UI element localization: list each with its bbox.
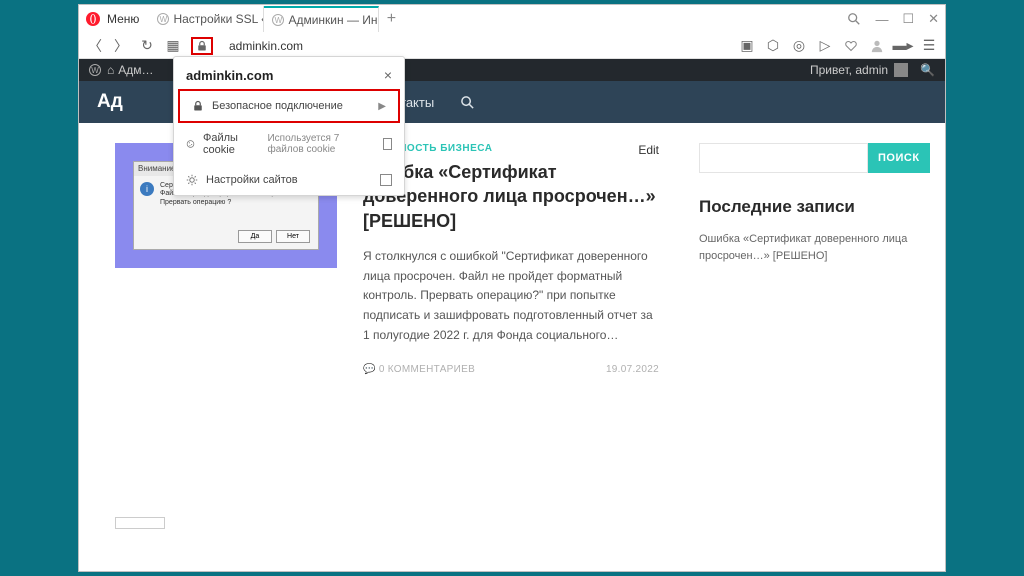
cookies-row[interactable]: Файлы cookie Используется 7 файлов cooki…: [174, 123, 404, 165]
sidebar: ПОИСК Последние записи Ошибка «Сертифика…: [699, 143, 909, 551]
post-excerpt: Я столкнулся с ошибкой "Сертификат довер…: [363, 247, 659, 346]
cookies-sub: Используется 7 файлов cookie: [267, 133, 374, 155]
minimize-icon[interactable]: —: [875, 12, 888, 27]
avatar[interactable]: [894, 63, 908, 77]
search-icon[interactable]: 🔍: [920, 63, 935, 77]
easy-setup-icon[interactable]: ☰: [921, 38, 937, 54]
dropdown-domain: adminkin.com: [186, 68, 273, 83]
window-controls: — ☐ ✕: [847, 11, 939, 27]
settings-label: Настройки сайтов: [206, 174, 298, 186]
lock-icon: [192, 100, 204, 112]
main-area: Внимание i Сертификат доверенного лица п…: [115, 143, 659, 551]
search-input[interactable]: [699, 143, 868, 173]
lock-icon: [196, 40, 208, 52]
open-icon: [380, 174, 392, 186]
open-icon: [383, 138, 393, 150]
bookmark-icon[interactable]: [843, 38, 859, 54]
comments-count[interactable]: 💬 0 КОММЕНТАРИЕВ: [363, 364, 475, 375]
wordpress-icon: W: [272, 14, 284, 26]
post-title[interactable]: Ошибка «Сертификат доверенного лица прос…: [363, 160, 659, 233]
reload-icon[interactable]: ↻: [139, 38, 155, 54]
close-icon[interactable]: ×: [384, 67, 392, 83]
profile-icon[interactable]: [869, 38, 885, 54]
post: ОТЧЕТНОСТЬ БИЗНЕСА Edit Ошибка «Сертифик…: [363, 143, 659, 551]
recent-post-link[interactable]: Ошибка «Сертификат доверенного лица прос…: [699, 231, 909, 264]
close-icon[interactable]: ✕: [928, 11, 939, 27]
tab-label: Админкин — Информац…: [288, 13, 379, 27]
tab-ssl[interactable]: W Настройки SSL ‹ Админки…: [149, 6, 264, 32]
site-title[interactable]: Ад: [97, 91, 123, 113]
edit-link[interactable]: Edit: [638, 143, 659, 157]
forward-icon[interactable]: 〉: [113, 38, 129, 54]
back-icon[interactable]: 〈: [87, 38, 103, 54]
play-icon[interactable]: ▷: [817, 38, 833, 54]
tab-strip: W Настройки SSL ‹ Админки… W Админкин — …: [149, 5, 841, 33]
search-form: ПОИСК: [699, 143, 909, 173]
greeting[interactable]: Привет, admin: [810, 63, 888, 77]
tab-label: Настройки SSL ‹ Админки…: [173, 12, 264, 26]
thumb-no: Нет: [276, 230, 310, 243]
cookie-icon: [186, 138, 195, 150]
new-tab-button[interactable]: +: [379, 10, 403, 28]
secure-connection-row[interactable]: Безопасное подключение ▶: [178, 89, 400, 123]
placeholder-box: [115, 517, 165, 529]
wordpress-icon[interactable]: W: [89, 64, 101, 76]
cookies-label: Файлы cookie: [203, 132, 255, 156]
extension-icon[interactable]: ▣: [739, 38, 755, 54]
thumb-yes: Да: [238, 230, 272, 243]
speed-dial-icon[interactable]: ▦: [165, 38, 181, 54]
tab-adminkin[interactable]: W Админкин — Информац… ×: [264, 6, 379, 32]
post-category[interactable]: ОТЧЕТНОСТЬ БИЗНЕСА: [363, 143, 659, 154]
secure-label: Безопасное подключение: [212, 100, 343, 112]
search-icon[interactable]: [460, 95, 475, 110]
search-button[interactable]: ПОИСК: [868, 143, 930, 173]
site-info-dropdown: adminkin.com × Безопасное подключение ▶ …: [173, 56, 405, 196]
camera-icon[interactable]: ◎: [791, 38, 807, 54]
battery-icon[interactable]: ▬▸: [895, 38, 911, 54]
search-icon[interactable]: [847, 12, 861, 26]
chevron-right-icon: ▶: [378, 101, 386, 112]
menu-label[interactable]: Меню: [107, 12, 139, 26]
maximize-icon[interactable]: ☐: [902, 11, 914, 27]
sidebar-title: Последние записи: [699, 197, 909, 217]
site-name[interactable]: Адм…: [118, 63, 153, 77]
info-icon: i: [140, 182, 154, 196]
titlebar: Меню W Настройки SSL ‹ Админки… W Админк…: [79, 5, 945, 33]
url-text[interactable]: adminkin.com: [229, 39, 303, 53]
site-settings-row[interactable]: Настройки сайтов: [174, 165, 404, 195]
gear-icon: [186, 174, 198, 186]
site-info-button[interactable]: [191, 37, 213, 55]
opera-icon: [85, 11, 101, 27]
post-date: 19.07.2022: [606, 364, 659, 375]
home-icon[interactable]: ⌂: [107, 63, 114, 77]
shield-icon[interactable]: ⬡: [765, 38, 781, 54]
wordpress-icon: W: [157, 13, 169, 25]
